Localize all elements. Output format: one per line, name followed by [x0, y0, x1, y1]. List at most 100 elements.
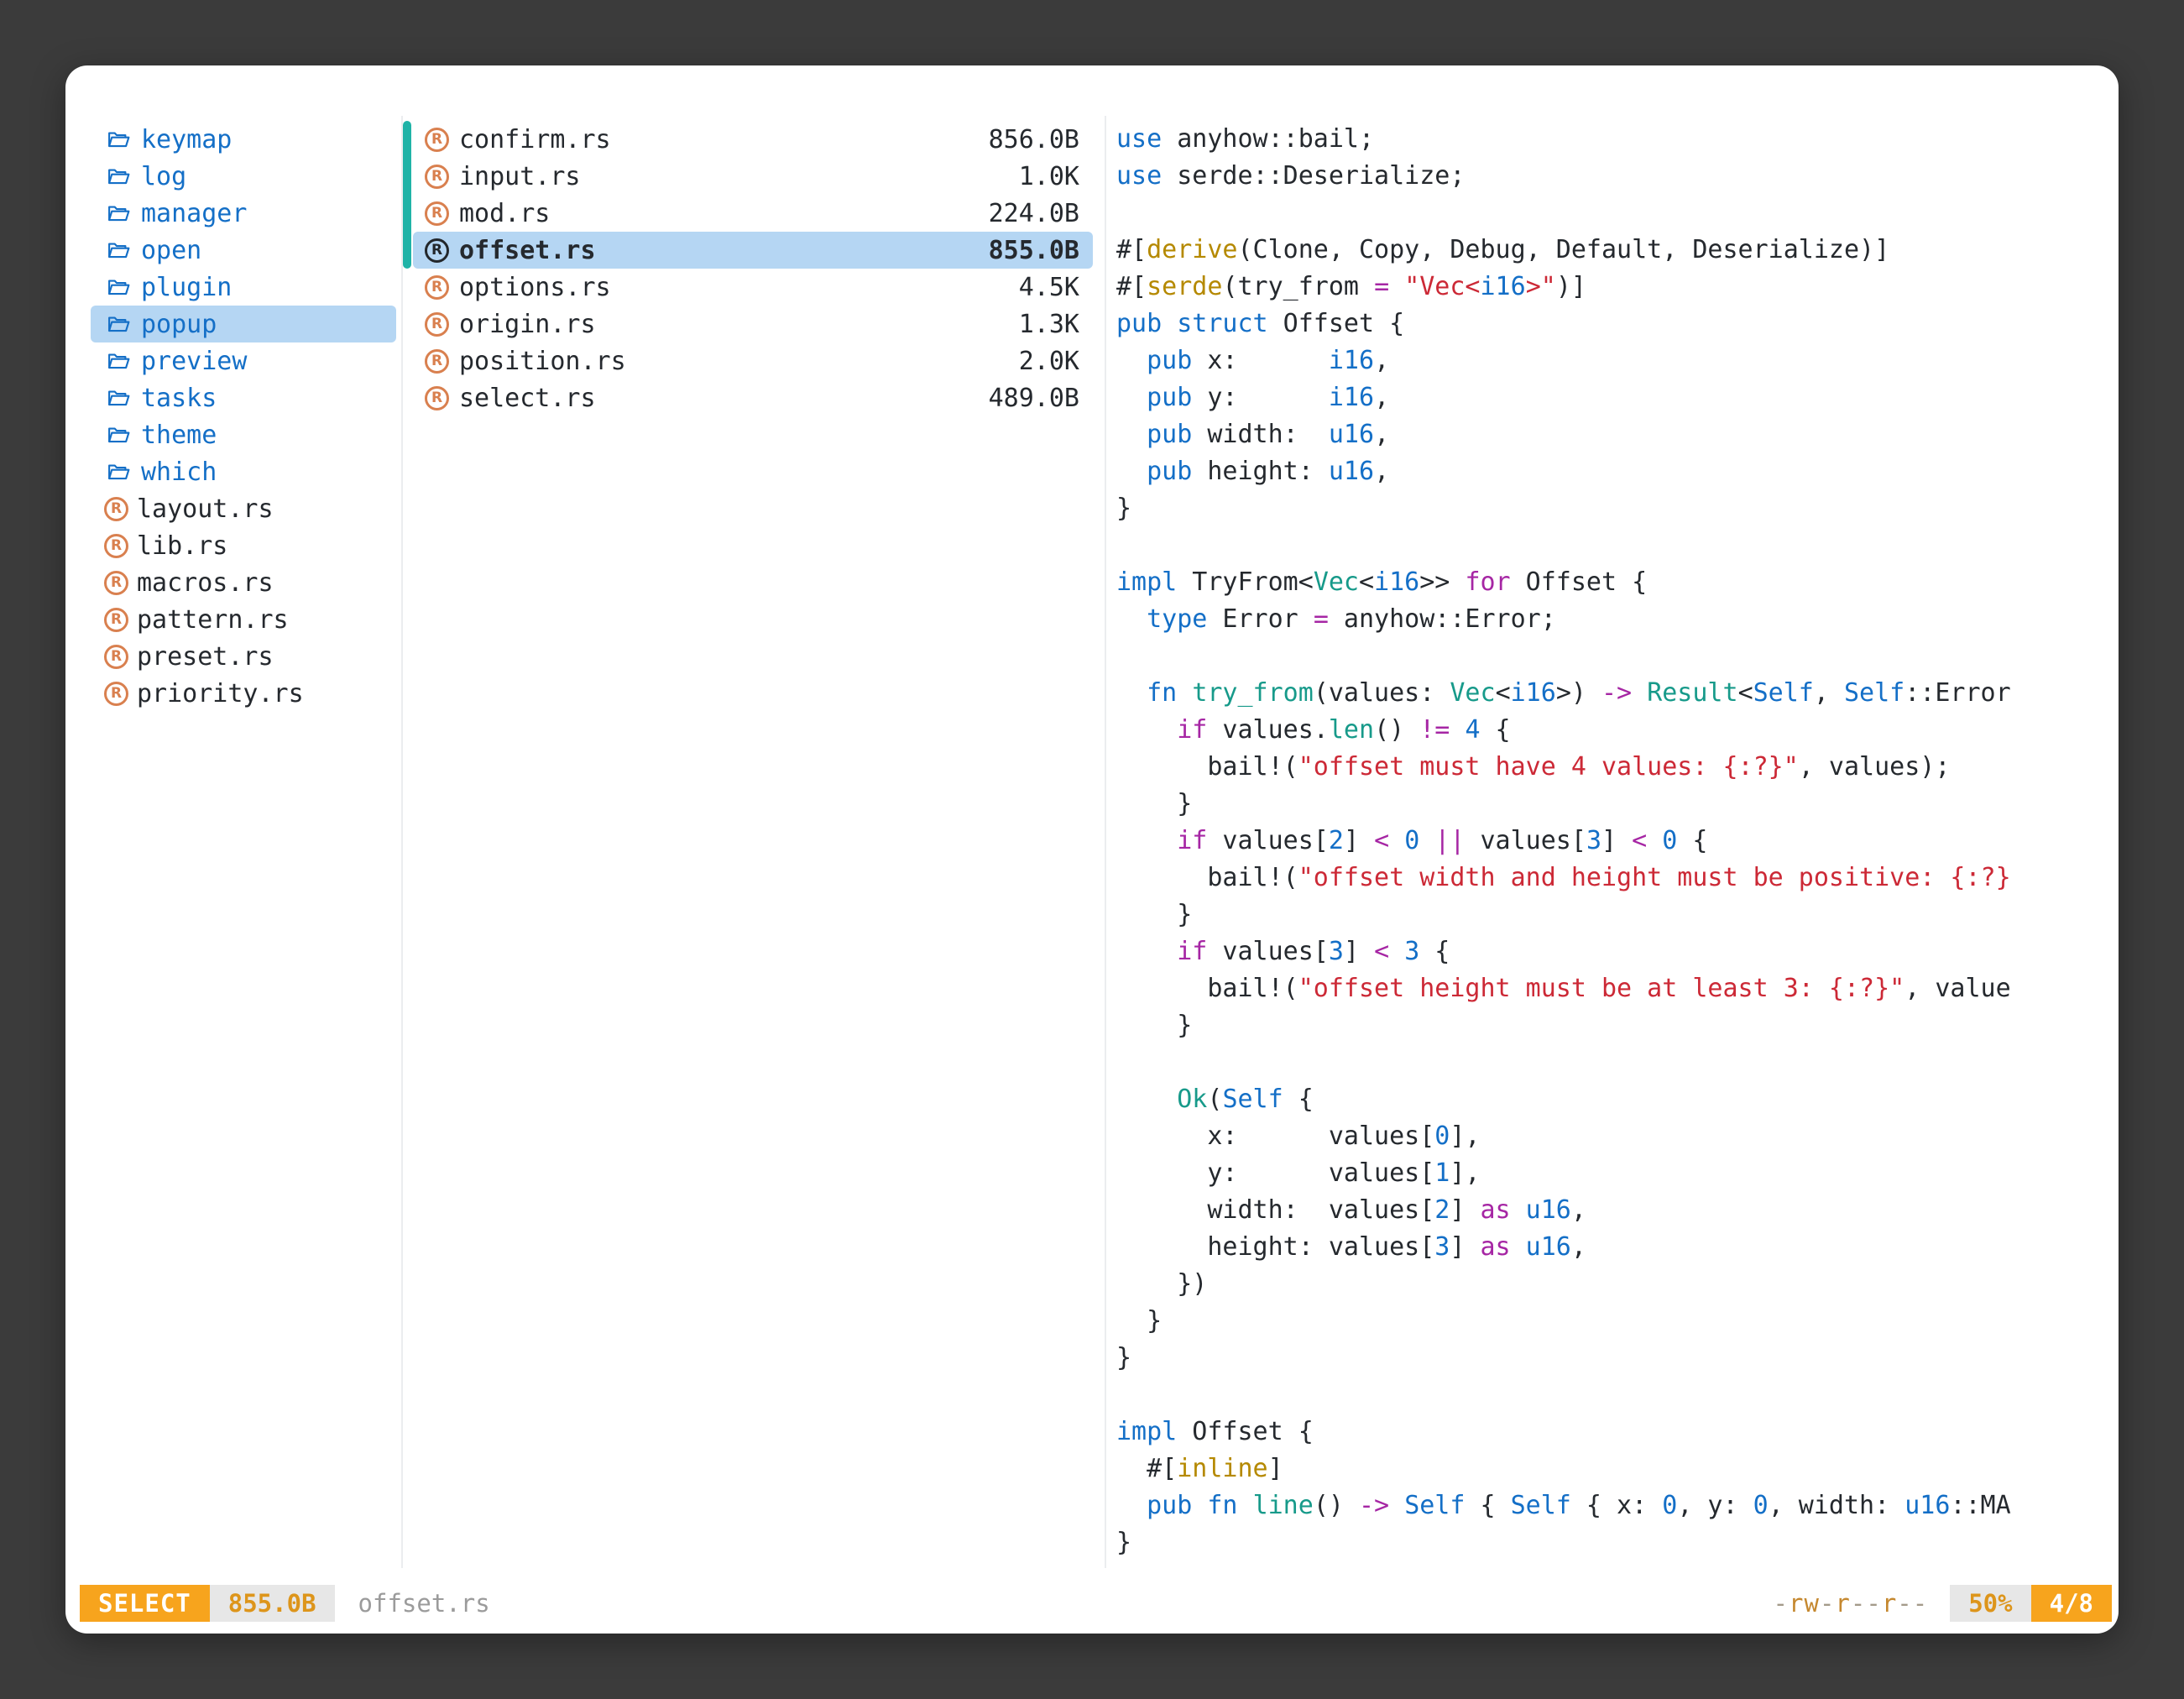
- rust-file-icon: R: [425, 312, 449, 337]
- file-size: 1.3K: [1019, 310, 1079, 339]
- file-size: 1.0K: [1019, 162, 1079, 191]
- sidebar-file-layout-rs[interactable]: Rlayout.rs: [91, 490, 396, 527]
- scrollbar[interactable]: [403, 121, 411, 269]
- code-line: }: [1116, 1340, 2103, 1377]
- code-line: [1116, 195, 2103, 232]
- code-line: if values.len() != 4 {: [1116, 712, 2103, 749]
- rust-file-icon: R: [425, 349, 449, 374]
- code-line: impl TryFrom<Vec<i16>> for Offset {: [1116, 564, 2103, 601]
- code-line: }): [1116, 1266, 2103, 1303]
- entry-name: theme: [141, 421, 217, 450]
- sidebar-folder-plugin[interactable]: plugin: [91, 269, 396, 306]
- entry-name: preview: [141, 347, 247, 376]
- code-line: width: values[2] as u16,: [1116, 1192, 2103, 1229]
- code-line: if values[3] < 3 {: [1116, 933, 2103, 970]
- code-line: }: [1116, 1303, 2103, 1340]
- folder-icon: [104, 201, 133, 226]
- code-line: height: values[3] as u16,: [1116, 1229, 2103, 1266]
- file-name: input.rs: [459, 162, 581, 191]
- rust-file-icon: R: [425, 238, 449, 263]
- pane-divider: [1105, 116, 1106, 1568]
- file-row-input-rs[interactable]: Rinput.rs 1.0K: [413, 158, 1093, 195]
- rust-file-icon: R: [104, 682, 128, 706]
- code-line: bail!("offset height must be at least 3:…: [1116, 970, 2103, 1007]
- code-line: Ok(Self {: [1116, 1081, 2103, 1118]
- code-line: }: [1116, 786, 2103, 823]
- sidebar-file-pattern-rs[interactable]: Rpattern.rs: [91, 601, 396, 638]
- sidebar-file-preset-rs[interactable]: Rpreset.rs: [91, 638, 396, 675]
- sidebar-folder-tasks[interactable]: tasks: [91, 379, 396, 416]
- yazi-file-manager-window: keymap log manager openplugin popup preview ta…: [65, 65, 2119, 1634]
- file-name: offset.rs: [459, 236, 596, 265]
- entry-name: manager: [141, 199, 247, 228]
- code-line: pub struct Offset {: [1116, 306, 2103, 342]
- code-line: pub fn line() -> Self { Self { x: 0, y: …: [1116, 1487, 2103, 1524]
- file-row-offset-rs[interactable]: Roffset.rs855.0B: [413, 232, 1093, 269]
- code-line: }: [1116, 1007, 2103, 1044]
- scroll-percent-badge: 50%: [1950, 1585, 2030, 1622]
- sidebar-file-lib-rs[interactable]: Rlib.rs: [91, 527, 396, 564]
- code-line: [1116, 527, 2103, 564]
- file-size: 856.0B: [989, 125, 1079, 154]
- folder-icon: [104, 422, 133, 447]
- sidebar-file-macros-rs[interactable]: Rmacros.rs: [91, 564, 396, 601]
- mode-badge: SELECT: [80, 1585, 210, 1622]
- code-line: use anyhow::bail;: [1116, 121, 2103, 158]
- sidebar-folder-which[interactable]: which: [91, 453, 396, 490]
- entry-name: preset.rs: [137, 642, 274, 672]
- code-line: pub y: i16,: [1116, 379, 2103, 416]
- rust-file-icon: R: [104, 497, 128, 521]
- entry-name: log: [141, 162, 186, 191]
- code-line: impl Offset {: [1116, 1414, 2103, 1451]
- file-row-options-rs[interactable]: Roptions.rs4.5K: [413, 269, 1093, 306]
- file-name: origin.rs: [459, 310, 596, 339]
- code-line: fn try_from(values: Vec<i16>) -> Result<…: [1116, 675, 2103, 712]
- sidebar-folder-keymap[interactable]: keymap: [91, 121, 396, 158]
- file-preview-pane[interactable]: use anyhow::bail;use serde::Deserialize;…: [1116, 121, 2103, 1563]
- file-list: Rconfirm.rs 856.0B Rinput.rs 1.0K Rmod.rs224…: [403, 121, 1101, 416]
- code-line: [1116, 1044, 2103, 1081]
- rust-file-icon: R: [425, 275, 449, 300]
- sidebar-file-priority-rs[interactable]: Rpriority.rs: [91, 675, 396, 712]
- cursor-position-badge: 4/8: [2031, 1585, 2112, 1622]
- file-row-mod-rs[interactable]: Rmod.rs224.0B: [413, 195, 1093, 232]
- file-row-confirm-rs[interactable]: Rconfirm.rs856.0B: [413, 121, 1093, 158]
- entry-name: keymap: [141, 125, 232, 154]
- code-line: bail!("offset must have 4 values: {:?}",…: [1116, 749, 2103, 786]
- status-right: -rw-r--r-- 50% 4/8: [1774, 1585, 2112, 1622]
- code-line: }: [1116, 1524, 2103, 1561]
- code-line: y: values[1],: [1116, 1155, 2103, 1192]
- rust-file-icon: R: [425, 165, 449, 189]
- rust-file-icon: R: [104, 534, 128, 558]
- current-directory-pane[interactable]: Rconfirm.rs 856.0B Rinput.rs 1.0K Rmod.rs224…: [403, 121, 1101, 1563]
- file-size: 489.0B: [989, 384, 1079, 413]
- entry-name: layout.rs: [137, 494, 274, 524]
- sidebar-folder-log[interactable]: log: [91, 158, 396, 195]
- entry-name: popup: [141, 310, 217, 339]
- entry-name: priority.rs: [137, 679, 304, 708]
- file-size: 2.0K: [1019, 347, 1079, 376]
- file-name: confirm.rs: [459, 125, 611, 154]
- file-row-origin-rs[interactable]: Rorigin.rs 1.3K: [413, 306, 1093, 342]
- sidebar-folder-popup[interactable]: popup: [91, 306, 396, 342]
- entry-name: lib.rs: [137, 531, 227, 561]
- folder-icon: [104, 274, 133, 300]
- sidebar-folder-open[interactable]: open: [91, 232, 396, 269]
- rust-file-icon: R: [104, 571, 128, 595]
- sidebar-folder-manager[interactable]: manager: [91, 195, 396, 232]
- code-line: use serde::Deserialize;: [1116, 158, 2103, 195]
- file-row-position-rs[interactable]: Rposition.rs2.0K: [413, 342, 1093, 379]
- folder-icon: [104, 164, 133, 189]
- file-permissions: -rw-r--r--: [1774, 1589, 1929, 1618]
- folder-icon: [104, 459, 133, 484]
- sidebar-folder-preview[interactable]: preview: [91, 342, 396, 379]
- code-line: }: [1116, 490, 2103, 527]
- code-line: pub width: u16,: [1116, 416, 2103, 453]
- code-line: type Error = anyhow::Error;: [1116, 601, 2103, 638]
- folder-icon: [104, 311, 133, 337]
- sidebar-folder-theme[interactable]: theme: [91, 416, 396, 453]
- entry-name: macros.rs: [137, 568, 274, 598]
- parent-directory-pane[interactable]: keymap log manager openplugin popup preview ta…: [91, 121, 396, 1563]
- code-line: bail!("offset width and height must be p…: [1116, 860, 2103, 897]
- file-row-select-rs[interactable]: Rselect.rs489.0B: [413, 379, 1093, 416]
